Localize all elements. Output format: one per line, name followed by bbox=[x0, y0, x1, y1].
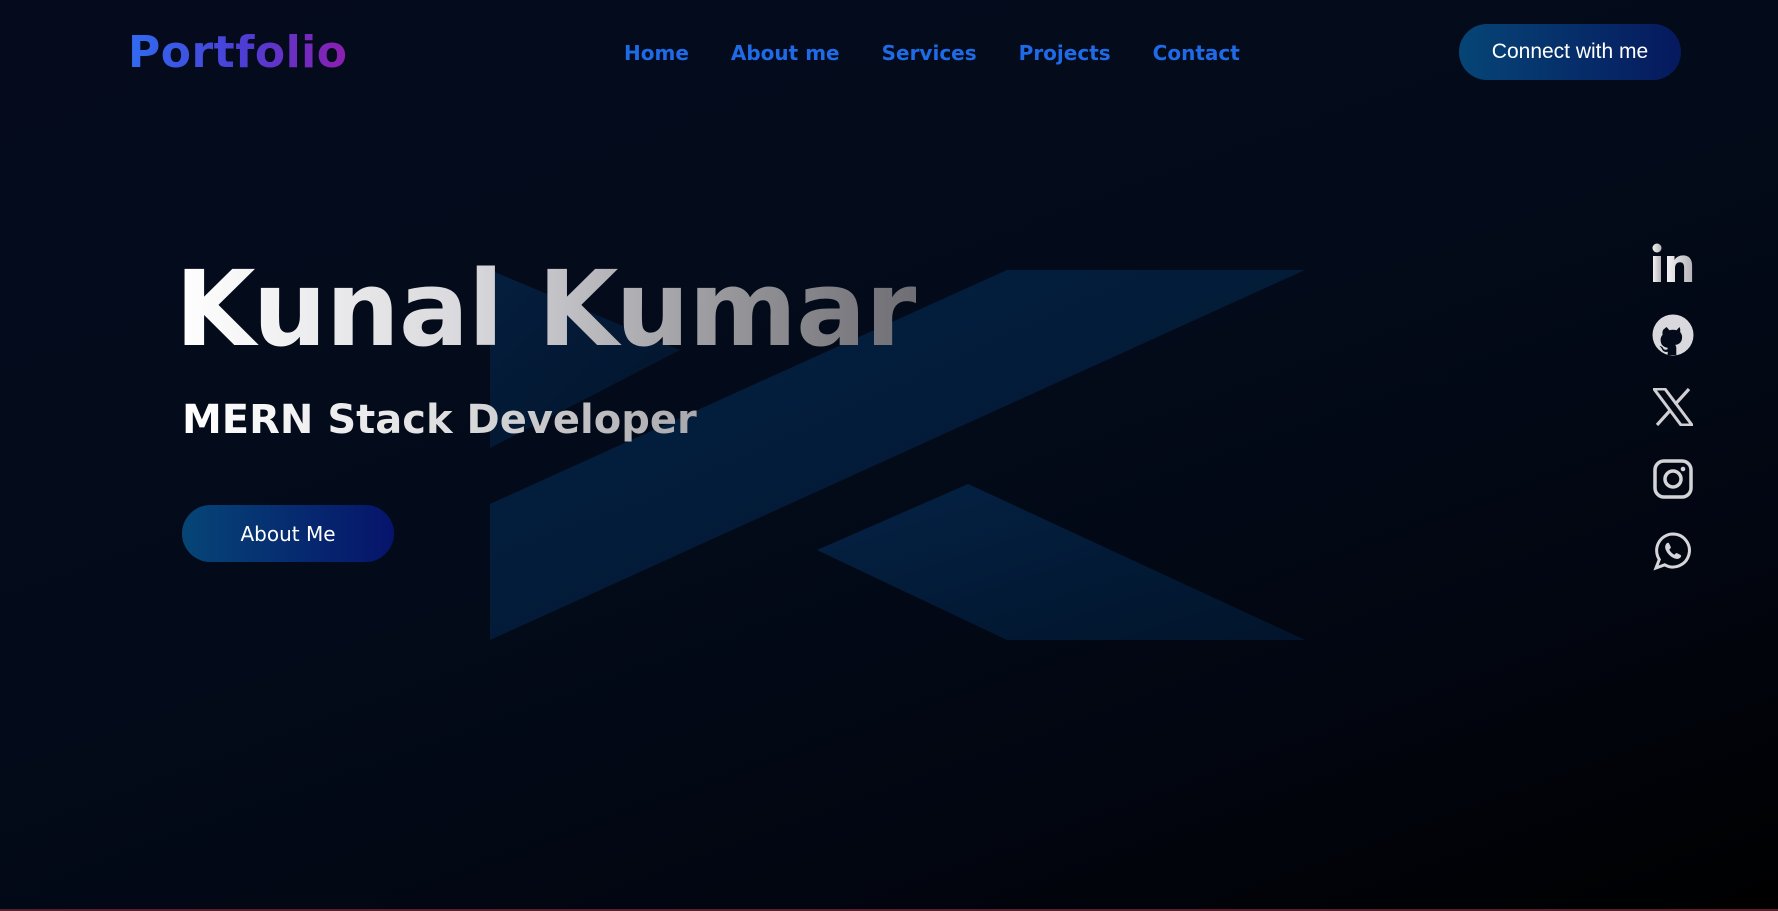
hero-role: MERN Stack Developer bbox=[182, 397, 697, 443]
site-logo[interactable]: Portfolio bbox=[128, 22, 347, 84]
hero-name: Kunal Kumar bbox=[175, 244, 917, 374]
connect-with-me-button[interactable]: Connect with me bbox=[1459, 24, 1681, 80]
nav-link-home[interactable]: Home bbox=[624, 36, 689, 70]
nav-link-about-me[interactable]: About me bbox=[731, 36, 840, 70]
x-icon[interactable] bbox=[1650, 384, 1696, 430]
social-links bbox=[1650, 240, 1698, 600]
nav-link-projects[interactable]: Projects bbox=[1019, 36, 1111, 70]
instagram-icon[interactable] bbox=[1650, 456, 1696, 502]
main-nav: Home About me Services Projects Contact bbox=[624, 36, 1282, 70]
about-me-button[interactable]: About Me bbox=[182, 505, 394, 562]
github-icon[interactable] bbox=[1650, 312, 1696, 358]
whatsapp-icon[interactable] bbox=[1650, 528, 1696, 574]
nav-link-contact[interactable]: Contact bbox=[1153, 36, 1240, 70]
linkedin-icon[interactable] bbox=[1650, 240, 1696, 286]
nav-link-services[interactable]: Services bbox=[882, 36, 977, 70]
